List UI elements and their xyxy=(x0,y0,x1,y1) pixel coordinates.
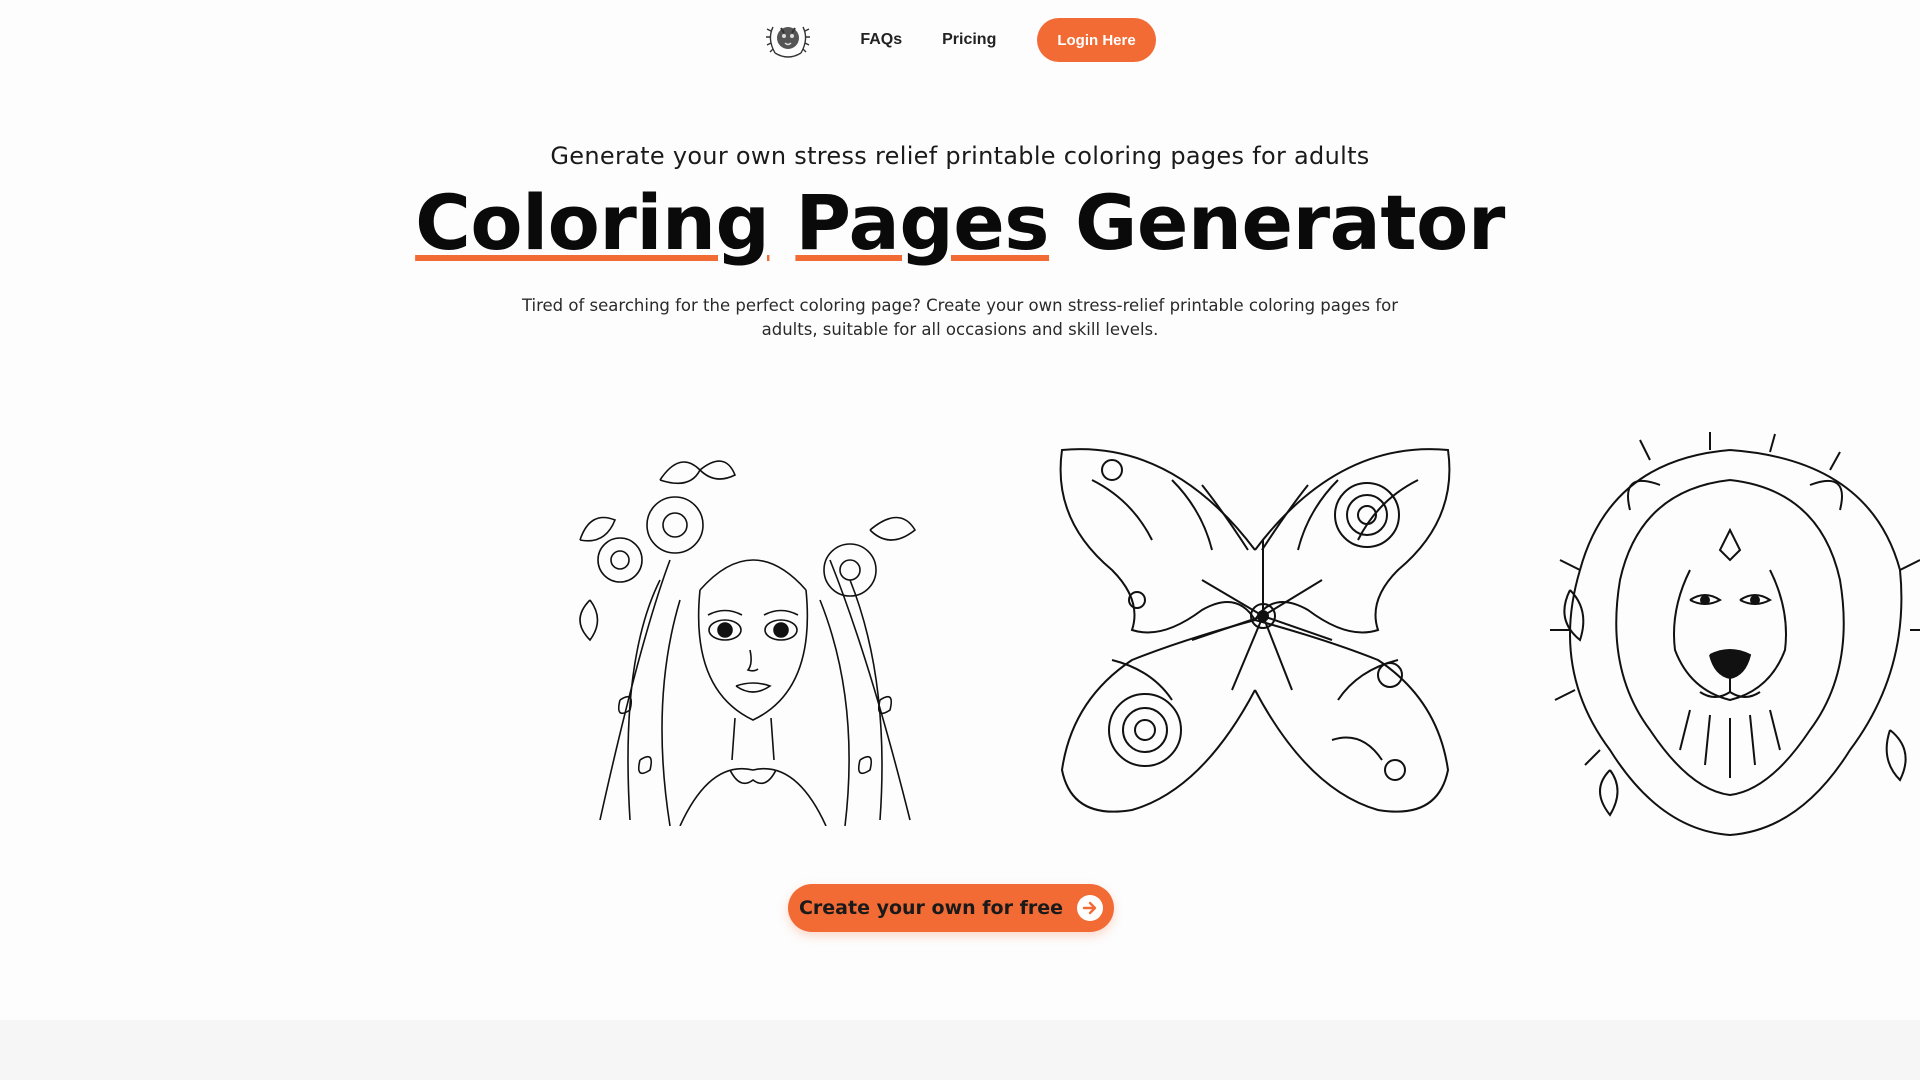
hero-description: Tired of searching for the perfect color… xyxy=(521,296,1399,339)
title-word-pages: Pages xyxy=(795,178,1050,267)
top-nav: FAQs Pricing Login Here xyxy=(0,18,1920,62)
nav-link-pricing[interactable]: Pricing xyxy=(942,31,996,49)
hero-subtitle: Generate your own stress relief printabl… xyxy=(550,142,1370,170)
footer-band xyxy=(0,1020,1920,1080)
nav-link-faqs[interactable]: FAQs xyxy=(860,31,902,49)
create-for-free-button[interactable]: Create your own for free xyxy=(788,884,1114,932)
login-button[interactable]: Login Here xyxy=(1037,18,1156,62)
title-word-coloring: Coloring xyxy=(415,178,770,267)
laurel-animal-logo-icon[interactable] xyxy=(764,18,812,62)
girl-with-flowers-illustration xyxy=(560,440,946,826)
cta-label: Create your own for free xyxy=(798,897,1063,919)
landing-page: FAQs Pricing Login Here Generate your ow… xyxy=(0,0,1920,1080)
mandala-butterfly-illustration xyxy=(1052,440,1458,826)
page-title: Coloring Pages Generator xyxy=(0,178,1920,267)
lion-head-illustration xyxy=(1550,430,1920,840)
arrow-right-circle-icon xyxy=(1077,895,1103,921)
title-word-generator: Generator xyxy=(1075,178,1505,267)
